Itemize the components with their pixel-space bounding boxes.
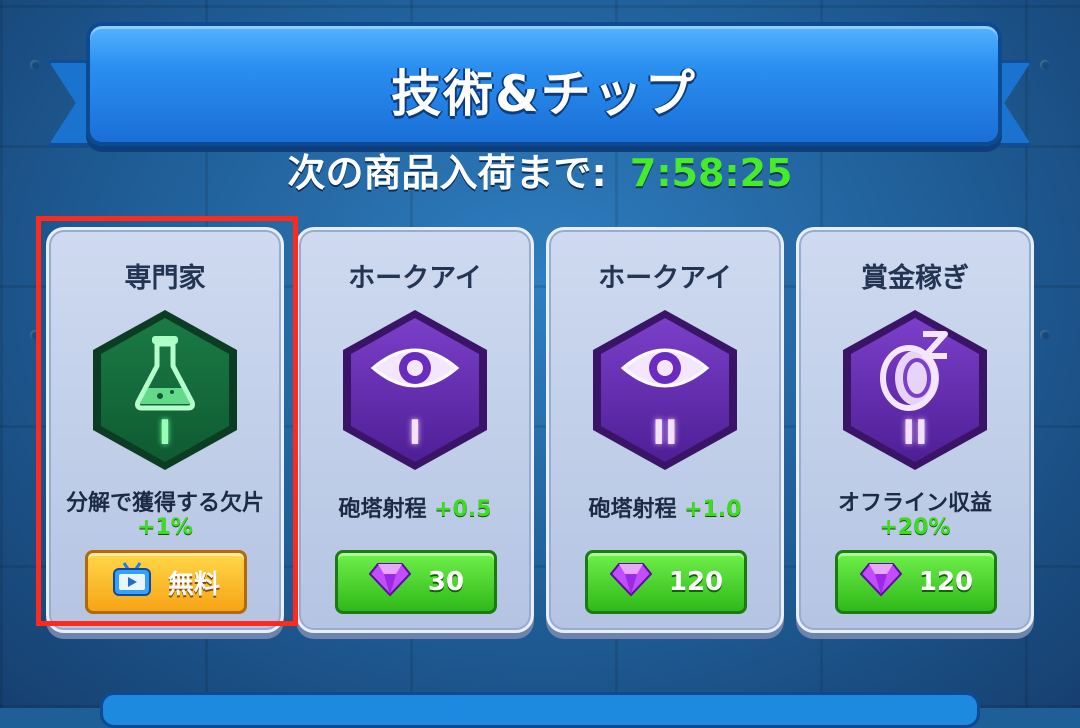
rivet bbox=[1040, 60, 1050, 70]
restock-timer: 7:58:25 bbox=[629, 151, 793, 195]
effect-bonus: +0.5 bbox=[434, 497, 492, 522]
card-effect: オフライン収益 +20% bbox=[807, 492, 1023, 540]
tier-label: I bbox=[408, 413, 422, 453]
buy-gem-button[interactable]: 120 bbox=[835, 550, 997, 614]
price-value: 30 bbox=[427, 567, 465, 597]
title-banner: 技術&チップ bbox=[86, 22, 1002, 146]
gem-icon bbox=[368, 561, 412, 604]
buy-gem-button[interactable]: 120 bbox=[585, 550, 747, 614]
tier-label: II bbox=[902, 413, 928, 453]
page-title: 技術&チップ bbox=[391, 65, 697, 123]
restock-timer-row: 次の商品入荷まで: 7:58:25 bbox=[0, 142, 1080, 197]
gem-icon bbox=[609, 561, 653, 604]
effect-label: 砲塔射程 bbox=[588, 497, 677, 522]
gem-icon bbox=[859, 561, 903, 604]
effect-bonus: +1.0 bbox=[684, 497, 742, 522]
card-emblem: I bbox=[343, 310, 487, 470]
card-effect: 砲塔射程 +1.0 bbox=[557, 498, 773, 522]
selection-highlight bbox=[36, 216, 298, 626]
tier-label: II bbox=[652, 413, 678, 453]
next-panel-edge bbox=[100, 692, 980, 728]
price-value: 120 bbox=[918, 567, 974, 597]
effect-label: 砲塔射程 bbox=[338, 497, 427, 522]
effect-label: オフライン収益 bbox=[837, 491, 992, 516]
rivet bbox=[30, 60, 40, 70]
rivet bbox=[1040, 330, 1050, 340]
sleeping-coin-icon bbox=[843, 328, 987, 422]
shop-card-bounty-hunter[interactable]: 賞金稼ぎ II オフライン収益 +20% 120 bbox=[796, 227, 1034, 633]
card-effect: 砲塔射程 +0.5 bbox=[307, 498, 523, 522]
eye-icon bbox=[343, 328, 487, 412]
card-emblem: II bbox=[593, 310, 737, 470]
card-emblem: II bbox=[843, 310, 987, 470]
card-title: 賞金稼ぎ bbox=[861, 263, 969, 294]
eye-icon bbox=[593, 328, 737, 412]
effect-bonus: +20% bbox=[879, 515, 951, 540]
shop-card-hawkeye-1[interactable]: ホークアイ I 砲塔射程 +0.5 30 bbox=[296, 227, 534, 633]
price-value: 120 bbox=[668, 567, 724, 597]
buy-gem-button[interactable]: 30 bbox=[335, 550, 497, 614]
card-title: ホークアイ bbox=[598, 263, 732, 294]
shop-card-hawkeye-2[interactable]: ホークアイ II 砲塔射程 +1.0 120 bbox=[546, 227, 784, 633]
card-title: ホークアイ bbox=[348, 263, 482, 294]
restock-label: 次の商品入荷まで: bbox=[287, 151, 607, 195]
